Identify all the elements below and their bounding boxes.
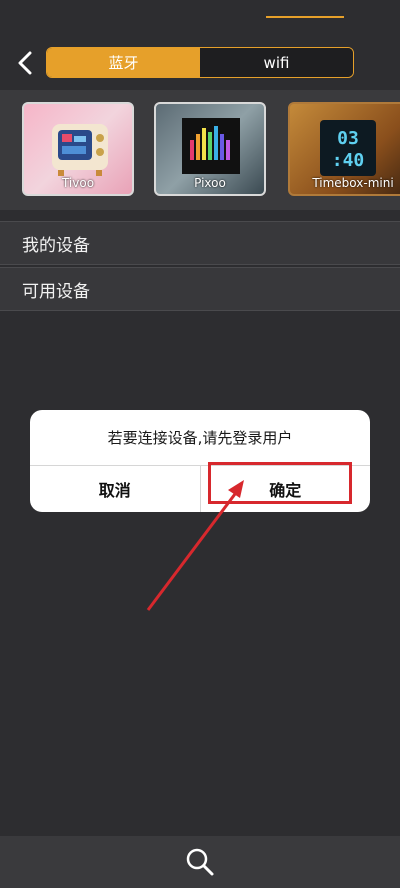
bottom-bar — [0, 836, 400, 888]
chevron-left-icon — [18, 51, 32, 75]
svg-text:03: 03 — [337, 128, 359, 149]
device-card-timebox-mini[interactable]: 03 :40 Timebox-mini — [288, 102, 400, 196]
cancel-button[interactable]: 取消 — [30, 466, 201, 512]
tab-bluetooth[interactable]: 蓝牙 — [47, 48, 200, 77]
search-button[interactable] — [180, 842, 220, 882]
back-button[interactable] — [10, 46, 40, 80]
status-accent-line — [266, 16, 344, 18]
login-required-dialog: 若要连接设备,请先登录用户 取消 确定 — [30, 410, 370, 512]
header: 蓝牙 wifi — [0, 40, 400, 86]
device-name: Tivoo — [61, 176, 95, 190]
dialog-buttons: 取消 确定 — [30, 466, 370, 512]
search-icon — [186, 848, 214, 876]
section-my-devices[interactable]: 我的设备 — [0, 221, 400, 265]
device-carousel: Tivoo Pixoo 03 :40 Timebox-mini — [0, 90, 400, 210]
tab-wifi[interactable]: wifi — [200, 48, 353, 77]
section-available-devices[interactable]: 可用设备 — [0, 267, 400, 311]
device-name: Timebox-mini — [312, 176, 394, 190]
device-card-tivoo[interactable]: Tivoo — [22, 102, 134, 196]
device-connect-screen: 蓝牙 wifi Tivoo Pixoo 03:40 Timebox-mini … — [0, 0, 400, 888]
connection-type-toggle: 蓝牙 wifi — [46, 47, 354, 78]
svg-text::40: :40 — [332, 150, 365, 171]
device-name: Pixoo — [194, 176, 226, 190]
confirm-button[interactable]: 确定 — [201, 466, 371, 512]
dialog-message: 若要连接设备,请先登录用户 — [30, 410, 370, 466]
device-card-pixoo[interactable]: Pixoo — [154, 102, 266, 196]
